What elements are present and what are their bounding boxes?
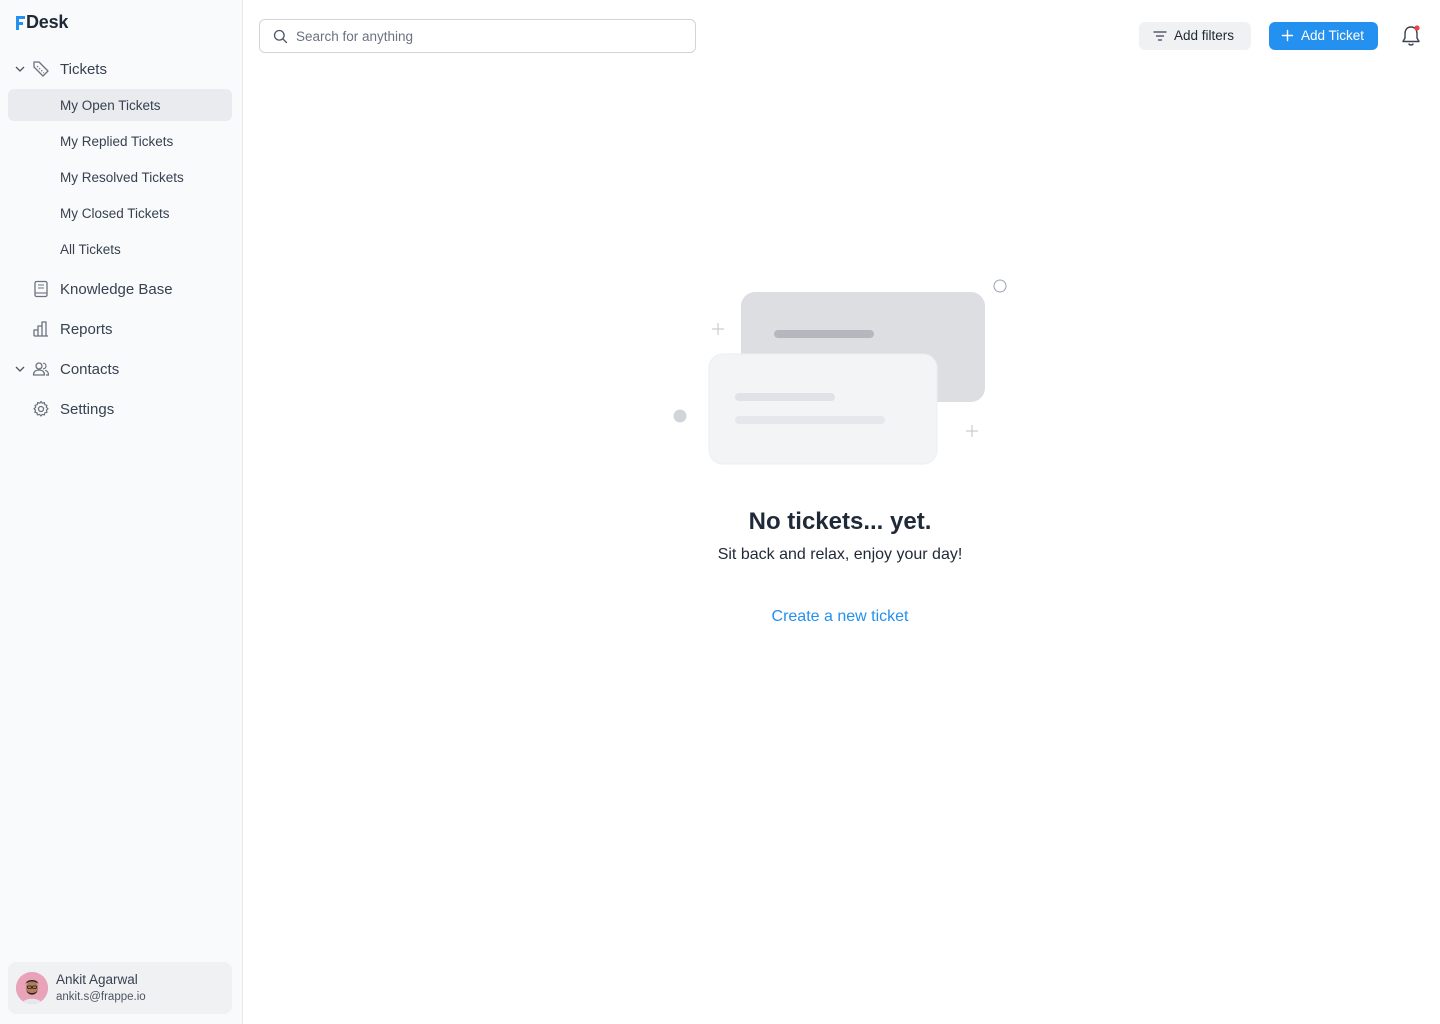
sidebar-sub-label: My Replied Tickets bbox=[60, 133, 174, 149]
sidebar-sub-label: My Closed Tickets bbox=[60, 205, 170, 221]
chevron-down-icon[interactable] bbox=[15, 364, 25, 374]
sidebar: Desk Tickets My Open Tickets My Replied … bbox=[0, 0, 243, 1024]
sidebar-item-knowledge-base[interactable]: Knowledge Base bbox=[8, 273, 232, 305]
notification-dot bbox=[1414, 25, 1420, 31]
frappe-logo-icon bbox=[16, 15, 25, 30]
add-filters-label: Add filters bbox=[1174, 28, 1235, 43]
sidebar-item-reports[interactable]: Reports bbox=[8, 313, 232, 345]
app-logo-text: Desk bbox=[26, 12, 69, 32]
search-icon bbox=[273, 29, 288, 44]
create-ticket-link[interactable]: Create a new ticket bbox=[690, 608, 990, 626]
decor-dot bbox=[673, 409, 687, 423]
empty-state-illustration bbox=[673, 279, 1007, 465]
empty-state-subtitle: Sit back and relax, enjoy your day! bbox=[717, 546, 963, 563]
ticket-icon bbox=[33, 61, 49, 77]
sidebar-item-tickets[interactable]: Tickets bbox=[8, 53, 232, 85]
book-icon bbox=[34, 280, 48, 298]
sidebar-item-all-tickets[interactable]: All Tickets bbox=[8, 233, 232, 265]
gear-icon bbox=[33, 400, 49, 417]
add-ticket-button[interactable]: Add Ticket bbox=[1269, 22, 1378, 50]
sidebar-sub-label: My Resolved Tickets bbox=[60, 169, 184, 185]
search-box[interactable] bbox=[259, 19, 696, 53]
sidebar-item-contacts[interactable]: Contacts bbox=[8, 353, 232, 385]
notification-bell-icon[interactable] bbox=[1400, 24, 1422, 48]
user-profile-card[interactable]: Ankit Agarwal ankit.s@frappe.io bbox=[8, 962, 232, 1014]
decor-ring bbox=[993, 279, 1007, 293]
decor-plus bbox=[966, 425, 978, 437]
sidebar-item-my-open-tickets[interactable]: My Open Tickets bbox=[8, 89, 232, 121]
sidebar-item-label: Settings bbox=[60, 400, 115, 418]
sidebar-item-label: Contacts bbox=[60, 360, 120, 378]
filter-icon bbox=[1153, 31, 1167, 41]
sidebar-item-settings[interactable]: Settings bbox=[8, 393, 232, 425]
avatar[interactable] bbox=[16, 972, 48, 1004]
app-logo[interactable]: Desk bbox=[16, 12, 68, 33]
users-icon bbox=[32, 362, 50, 376]
empty-state-title: No tickets... yet. bbox=[748, 508, 932, 535]
user-name: Ankit Agarwal bbox=[56, 972, 138, 987]
sidebar-item-label: Reports bbox=[60, 320, 113, 338]
plus-icon bbox=[1281, 29, 1294, 42]
bar-chart-icon bbox=[33, 321, 48, 337]
decor-plus bbox=[712, 323, 724, 335]
user-email: ankit.s@frappe.io bbox=[56, 991, 146, 1003]
sidebar-item-my-closed-tickets[interactable]: My Closed Tickets bbox=[8, 197, 232, 229]
front-card bbox=[708, 353, 938, 465]
user-avatar-image bbox=[16, 972, 48, 1004]
sidebar-item-label: Knowledge Base bbox=[60, 280, 173, 298]
sidebar-sub-label: All Tickets bbox=[60, 241, 121, 257]
sidebar-item-my-resolved-tickets[interactable]: My Resolved Tickets bbox=[8, 161, 232, 193]
sidebar-sub-label: My Open Tickets bbox=[60, 97, 161, 113]
add-ticket-label: Add Ticket bbox=[1301, 28, 1365, 43]
sidebar-item-label: Tickets bbox=[60, 60, 107, 78]
chevron-down-icon[interactable] bbox=[15, 64, 25, 74]
sidebar-item-my-replied-tickets[interactable]: My Replied Tickets bbox=[8, 125, 232, 157]
add-filters-button[interactable]: Add filters bbox=[1139, 22, 1251, 50]
search-input[interactable] bbox=[296, 20, 686, 52]
